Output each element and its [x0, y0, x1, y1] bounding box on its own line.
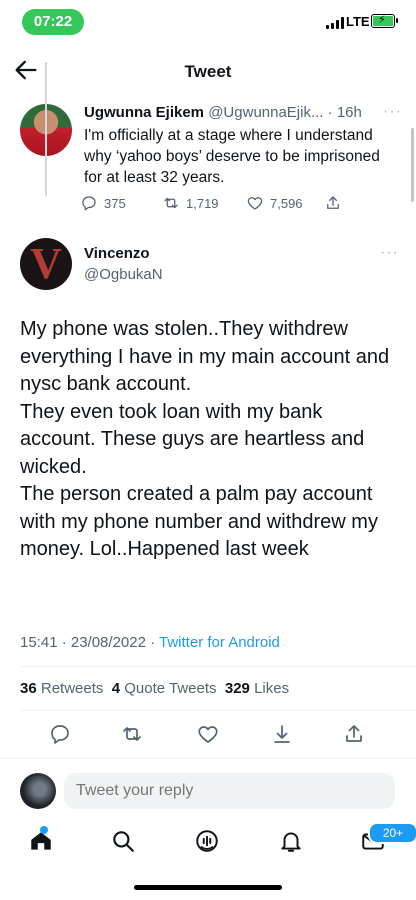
new-content-dot [40, 826, 48, 834]
page-title: Tweet [184, 62, 232, 81]
like-count: 7,596 [270, 195, 303, 211]
likes-stat[interactable]: 329 Likes [225, 680, 289, 697]
retweet-icon [164, 197, 178, 209]
signal-icon [326, 17, 344, 29]
messages-badge: 20+ [368, 822, 416, 844]
author-handle: @UgwunnaEjik... [208, 104, 324, 121]
source-app-link[interactable]: Twitter for Android [159, 634, 280, 651]
header: Tweet [0, 52, 416, 92]
status-bar: 07:22 LTE ⚡ [0, 0, 416, 44]
avatar[interactable]: V [20, 238, 72, 290]
heart-icon [247, 197, 263, 210]
tweet-text: My phone was stolen..They withdrew every… [20, 318, 390, 560]
meta-separator: · [145, 634, 160, 651]
divider [0, 758, 416, 759]
network-label: LTE [346, 14, 370, 29]
share-button[interactable] [324, 194, 342, 212]
parent-tweet[interactable]: Ugwunna Ejikem @UgwunnaEjik... · 16h ···… [0, 98, 416, 218]
retweet-count: 1,719 [186, 195, 219, 211]
share-icon[interactable] [342, 722, 368, 748]
tweet-stats: 36 Retweets 4 Quote Tweets 329 Likes [20, 680, 289, 697]
more-options-icon[interactable]: ··· [380, 244, 399, 262]
bell-icon[interactable] [278, 828, 306, 856]
search-icon[interactable] [110, 828, 138, 856]
retweet-button[interactable]: 1,719 [162, 194, 219, 212]
battery-icon: ⚡ [371, 14, 398, 28]
heart-icon[interactable] [196, 722, 222, 748]
avatar[interactable] [20, 773, 56, 809]
tweet-age: 16h [336, 104, 362, 121]
reply-button[interactable]: 375 [80, 194, 126, 212]
spaces-icon[interactable] [194, 828, 222, 856]
reply-input[interactable] [64, 773, 395, 809]
reply-icon[interactable] [48, 722, 74, 748]
dot-separator: · [327, 104, 333, 121]
bottom-nav [0, 822, 416, 862]
status-time: 07:22 [22, 9, 84, 35]
author-handle: @OgbukaN [84, 266, 163, 283]
tweet-meta: 15:41 · 23/08/2022 · Twitter for Android [20, 634, 280, 651]
divider [20, 710, 416, 711]
quote-tweets-stat[interactable]: 4 Quote Tweets [112, 680, 217, 697]
home-indicator[interactable] [134, 885, 282, 890]
tweet-actions: 375 1,719 7,596 [80, 194, 380, 216]
author-name[interactable]: Ugwunna Ejikem [84, 104, 204, 121]
parent-tweet-header: Ugwunna Ejikem @UgwunnaEjik... · 16h [84, 104, 362, 121]
tweet-timestamp: 15:41 · 23/08/2022 [20, 634, 146, 651]
tweet-actions [0, 722, 416, 748]
like-button[interactable]: 7,596 [246, 194, 303, 212]
share-icon [327, 196, 339, 209]
bookmark-download-icon[interactable] [270, 722, 296, 748]
reply-icon [82, 196, 96, 211]
thread-line [45, 62, 47, 196]
reply-count: 375 [104, 195, 126, 211]
divider [20, 666, 416, 667]
author-name[interactable]: Vincenzo [84, 245, 150, 262]
more-options-icon[interactable]: ··· [383, 103, 402, 121]
tweet-text: I'm officially at a stage where I unders… [84, 127, 380, 186]
retweet-icon[interactable] [120, 722, 146, 748]
retweets-stat[interactable]: 36 Retweets [20, 680, 103, 697]
